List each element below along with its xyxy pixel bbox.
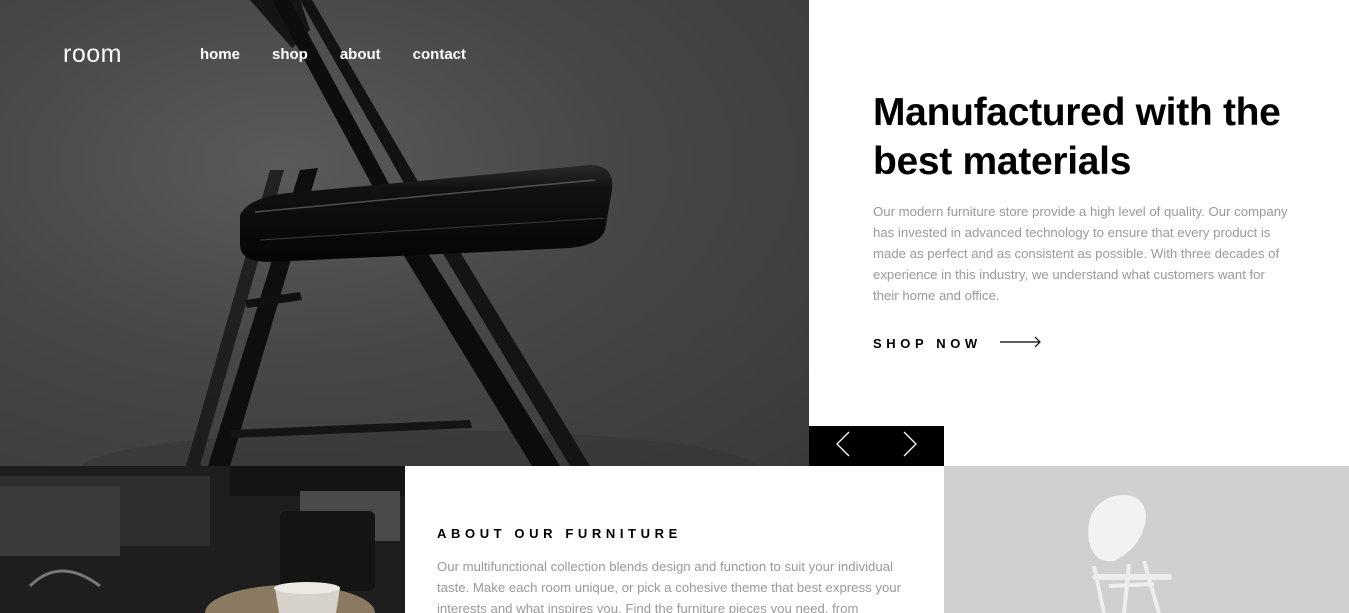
hero-title: Manufactured with the best materials [873, 91, 1281, 183]
nav-item-contact: contact [413, 46, 466, 64]
about-dark-image [0, 466, 405, 613]
about-description: Our multifunctional collection blends de… [437, 559, 902, 613]
nav-item-about: about [340, 46, 381, 64]
chevron-right-icon [903, 431, 918, 462]
slider-controls [809, 426, 944, 466]
chevron-left-icon [835, 431, 850, 462]
nav-item-home: home [200, 46, 240, 64]
arrow-right-icon [999, 336, 1042, 351]
slider-prev-button[interactable] [809, 426, 877, 466]
dark-room-illustration [0, 466, 405, 613]
slider-next-button[interactable] [877, 426, 945, 466]
nav-link-about[interactable]: about [340, 46, 381, 63]
nav-link-contact[interactable]: contact [413, 46, 466, 63]
nav-item-shop: shop [272, 46, 308, 64]
nav-link-home[interactable]: home [200, 46, 240, 63]
about-section: ABOUT OUR FURNITURE Our multifunctional … [405, 466, 944, 613]
about-light-image [944, 466, 1349, 613]
nav-link-shop[interactable]: shop [272, 46, 308, 63]
nav-links: home shop about contact [200, 46, 466, 64]
hero-image [0, 0, 809, 466]
hero-content: Manufactured with the best materials Our… [809, 0, 1349, 466]
shop-now-button[interactable]: SHOP NOW [873, 336, 1042, 351]
about-title: ABOUT OUR FURNITURE [437, 526, 682, 541]
white-chair-illustration [944, 466, 1349, 613]
shop-now-label: SHOP NOW [873, 336, 982, 351]
folding-chair-illustration [81, 0, 759, 466]
logo[interactable]: room [63, 40, 122, 69]
top-navigation: room home shop about contact [63, 40, 466, 69]
hero-description: Our modern furniture store provide a hig… [873, 204, 1288, 303]
